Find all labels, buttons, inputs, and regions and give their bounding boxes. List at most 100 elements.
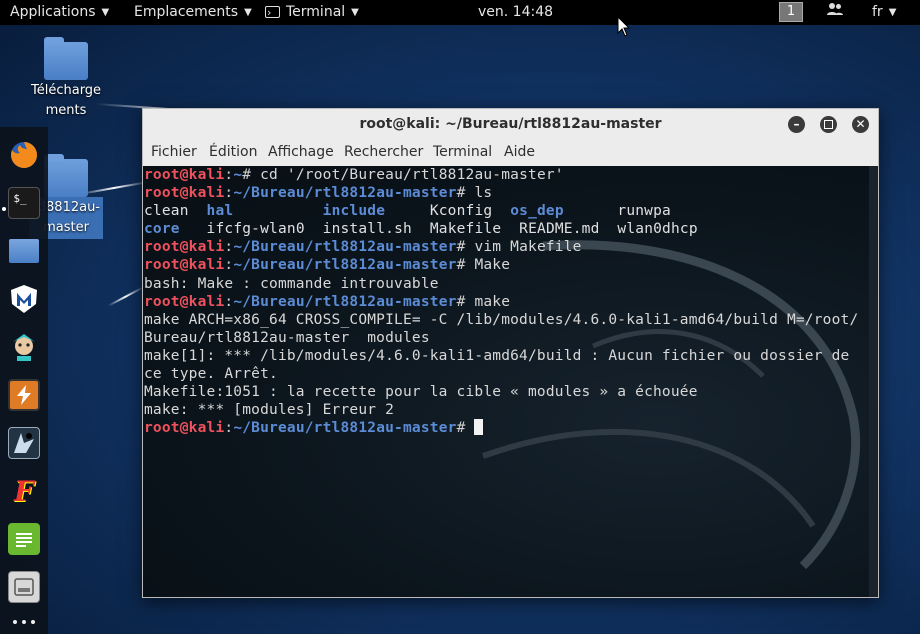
burpsuite-icon[interactable] (8, 379, 40, 411)
ls-entry: README.md (519, 221, 600, 238)
prompt-symbol: # (456, 293, 475, 310)
ls-spacing (600, 221, 618, 237)
show-apps-icon[interactable] (8, 619, 40, 633)
menu-aide[interactable]: Aide (504, 144, 535, 160)
command-line: root@kali:~/Bureau/rtl8812au-master# (144, 419, 869, 437)
maximize-button[interactable] (820, 116, 837, 133)
menu-edition[interactable]: Édition (209, 144, 257, 160)
command-text: ls (474, 185, 493, 202)
prompt-separator: : (224, 185, 234, 202)
mouse-pointer-icon (617, 16, 631, 37)
places-menu[interactable]: Emplacements ▼ (134, 0, 252, 25)
faraday-icon[interactable]: F (8, 475, 40, 508)
output-text: Makefile:1051 : la recette pour la cible… (144, 384, 698, 401)
ls-spacing (305, 221, 323, 237)
top-panel: Applications ▼ Emplacements ▼ Terminal ▼ ve… (0, 0, 920, 25)
output-text: Bureau/rtl8812au-master modules (144, 329, 430, 346)
terminal-icon[interactable]: $_ (8, 187, 40, 219)
ls-entry: ifcfg-wlan0 (206, 221, 305, 238)
terminal-output[interactable]: root@kali:~# cd '/root/Bureau/rtl8812au-… (143, 166, 878, 597)
clock[interactable]: ven. 14:48 (478, 0, 553, 25)
window-titlebar[interactable]: root@kali: ~/Bureau/rtl8812au-master – ✕ (143, 109, 878, 140)
leafpad-icon[interactable] (8, 523, 40, 555)
output-text: make: *** [modules] Erreur 2 (144, 402, 395, 419)
prompt-symbol: # (456, 239, 475, 256)
output-text: ce type. Arrêt. (144, 366, 278, 383)
folder-icon (44, 37, 88, 80)
ls-spacing (233, 203, 322, 219)
chevron-down-icon: ▼ (888, 7, 897, 18)
command-text: make (474, 293, 511, 310)
prompt-path: ~/Bureau/rtl8812au-master (233, 239, 457, 256)
prompt-separator: : (224, 257, 234, 274)
ls-spacing (180, 221, 207, 237)
ls-entry: hal (206, 203, 234, 220)
workspace-indicator[interactable]: 1 (779, 2, 803, 22)
ls-entry: install.sh (322, 221, 412, 238)
output-line: make: *** [modules] Erreur 2 (144, 401, 869, 419)
files-icon[interactable] (8, 235, 40, 267)
ls-entry: include (322, 203, 386, 220)
output-line: Bureau/rtl8812au-master modules (144, 329, 869, 347)
running-indicator (2, 207, 6, 211)
applications-label: Applications (10, 4, 96, 20)
armitage-icon[interactable] (8, 331, 40, 363)
output-text: bash: Make : commande introuvable (144, 275, 439, 292)
chevron-down-icon: ▼ (101, 7, 110, 18)
output-text: make[1]: *** /lib/modules/4.6.0-kali1-am… (144, 347, 850, 364)
ls-entry: os_dep (510, 203, 564, 220)
output-line: make ARCH=x86_64 CROSS_COMPILE= -C /lib/… (144, 311, 869, 329)
ls-spacing (385, 203, 430, 219)
prompt-path: ~/Bureau/rtl8812au-master (233, 185, 457, 202)
command-line: root@kali:~/Bureau/rtl8812au-master# ls (144, 184, 869, 202)
prompt-user: root@kali (144, 239, 225, 256)
terminal-scrollbar[interactable] (869, 166, 878, 597)
beef-icon[interactable] (8, 427, 40, 459)
ls-output-line: clean hal include Kconfig os_dep runwpa (144, 202, 869, 220)
applications-menu[interactable]: Applications ▼ (10, 0, 109, 25)
menu-rechercher[interactable]: Rechercher (344, 144, 423, 160)
keepnote-icon[interactable] (8, 571, 40, 603)
language-label: fr (872, 4, 883, 20)
menu-terminal[interactable]: Terminal (433, 144, 492, 160)
command-line: root@kali:~# cd '/root/Bureau/rtl8812au-… (144, 166, 869, 184)
ls-spacing (501, 221, 519, 237)
prompt-path: ~ (233, 167, 243, 183)
ls-spacing (189, 203, 207, 219)
terminal-menu-label: Terminal (286, 4, 346, 20)
output-text: make ARCH=x86_64 CROSS_COMPILE= -C /lib/… (144, 311, 859, 328)
prompt-path: ~/Bureau/rtl8812au-master (233, 257, 457, 274)
ls-entry: runwpa (617, 203, 671, 220)
prompt-symbol: # (456, 257, 475, 274)
menu-fichier[interactable]: Fichier (151, 144, 197, 160)
prompt-path: ~/Bureau/rtl8812au-master (233, 293, 457, 310)
prompt-separator: : (224, 239, 234, 256)
window-menubar: Fichier Édition Affichage Rechercher Ter… (143, 140, 878, 167)
firefox-icon[interactable] (8, 139, 40, 171)
output-line: ce type. Arrêt. (144, 365, 869, 383)
terminal-window[interactable]: root@kali: ~/Bureau/rtl8812au-master – ✕… (142, 108, 879, 598)
window-title: root@kali: ~/Bureau/rtl8812au-master (359, 116, 662, 132)
command-text: vim Makefile (474, 239, 582, 256)
minimize-button[interactable]: – (788, 116, 805, 133)
language-menu[interactable]: fr ▼ (872, 0, 896, 25)
close-button[interactable]: ✕ (852, 116, 869, 133)
metasploit-icon[interactable] (8, 283, 40, 315)
command-text: cd '/root/Bureau/rtl8812au-master' (260, 167, 564, 183)
command-line: root@kali:~/Bureau/rtl8812au-master# Mak… (144, 256, 869, 274)
terminal-app-menu[interactable]: Terminal ▼ (265, 0, 359, 25)
places-label: Emplacements (134, 4, 239, 20)
prompt-symbol: # (456, 420, 475, 437)
users-icon[interactable] (826, 0, 844, 25)
prompt-user: root@kali (144, 293, 225, 310)
menu-affichage[interactable]: Affichage (268, 144, 334, 160)
prompt-symbol: # (456, 185, 475, 202)
desktop-icon-label: Télécharge ments (31, 83, 102, 118)
desktop-icon-downloads[interactable]: Télécharge ments (29, 37, 103, 122)
prompt-path: ~/Bureau/rtl8812au-master (233, 420, 457, 437)
folder-icon (44, 154, 88, 197)
prompt-separator: : (224, 167, 234, 183)
output-line: Makefile:1051 : la recette pour la cible… (144, 383, 869, 401)
output-line: make[1]: *** /lib/modules/4.6.0-kali1-am… (144, 347, 869, 365)
command-text: Make (474, 257, 511, 274)
